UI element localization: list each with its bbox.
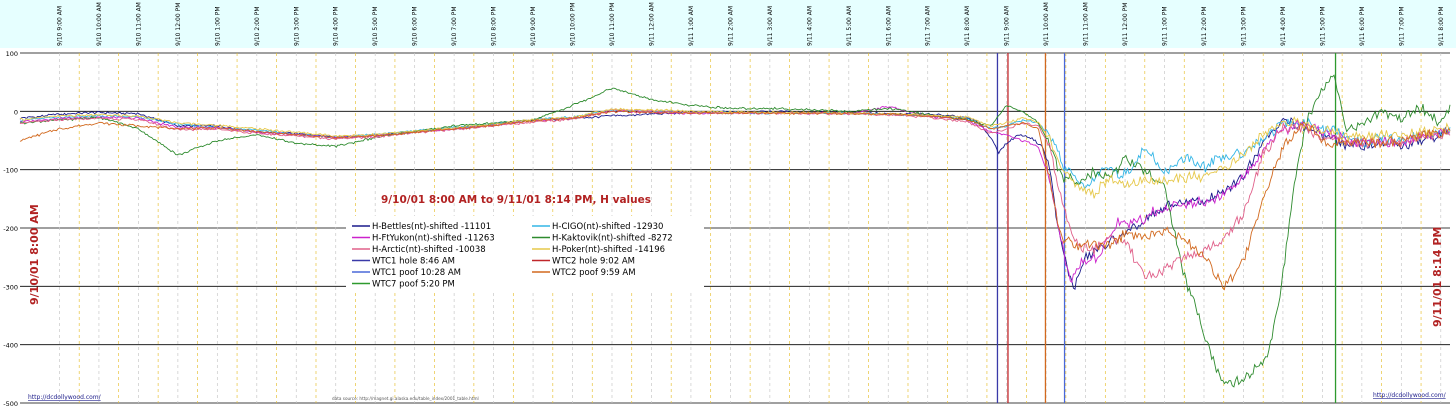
y-tick-label: 100 <box>6 50 18 58</box>
time-tick-label: 9/11 6:00 AM <box>885 6 892 46</box>
end-time-label: 9/11/01 8:14 PM <box>1431 227 1444 327</box>
y-tick-label: -100 <box>3 167 18 175</box>
time-tick-label: 9/11 2:00 PM <box>1201 6 1208 46</box>
time-tick-label: 9/11 1:00 AM <box>688 6 695 46</box>
time-tick-label: 9/11 12:00 AM <box>648 2 655 46</box>
y-tick-label: 0 <box>14 108 18 116</box>
chart-background <box>0 0 1456 412</box>
legend-entry: WTC2 poof 9:59 AM <box>552 268 636 278</box>
y-tick-label: -400 <box>3 342 18 350</box>
time-tick-label: 9/11 10:00 AM <box>1043 2 1050 46</box>
time-tick-label: 9/10 10:00 AM <box>96 2 103 46</box>
time-tick-label: 9/11 4:00 AM <box>806 6 813 46</box>
legend-entry: WTC7 poof 5:20 PM <box>372 280 455 290</box>
chart-canvas: 9/10 9:00 AM 9/10 10:00 AM 9/10 11:00 AM 9/… <box>0 0 1456 412</box>
time-tick-label: 9/10 2:00 PM <box>254 6 261 46</box>
footer-right-url[interactable]: http://dcdollywood.com/ <box>1373 392 1447 399</box>
y-tick-label: -200 <box>3 225 18 233</box>
time-tick-label: 9/10 1:00 PM <box>214 6 221 46</box>
time-tick-label: 9/10 6:00 PM <box>412 6 419 46</box>
chart-title: 9/10/01 8:00 AM to 9/11/01 8:14 PM, H va… <box>381 194 651 206</box>
legend-entry: H-FtYukon(nt)-shifted -11263 <box>372 234 495 244</box>
time-tick-label: 9/10 7:00 PM <box>451 6 458 46</box>
footer-left-url[interactable]: http://dcdollywood.com/ <box>28 394 102 401</box>
legend-entry: WTC2 hole 9:02 AM <box>552 257 635 267</box>
time-tick-label: 9/11 12:00 PM <box>1122 3 1129 46</box>
time-tick-label: 9/10 9:00 AM <box>56 6 63 46</box>
time-tick-label: 9/11 3:00 PM <box>1240 6 1247 46</box>
y-tick-label: -500 <box>3 400 18 408</box>
time-tick-label: 9/10 11:00 AM <box>135 2 142 46</box>
start-time-label: 9/10/01 8:00 AM <box>28 204 41 305</box>
legend-entry: H-Kaktovik(nt)-shifted -8272 <box>552 234 673 244</box>
legend-entry: H-Poker(nt)-shifted -14196 <box>552 245 665 255</box>
time-tick-label: 9/10 4:00 PM <box>333 6 340 46</box>
legend-entry: H-Arctic(nt)-shifted -10038 <box>372 245 486 255</box>
time-tick-label: 9/10 5:00 PM <box>372 6 379 46</box>
time-tick-label: 9/10 9:00 PM <box>530 6 537 46</box>
time-tick-label: 9/10 10:00 PM <box>570 3 577 46</box>
time-tick-label: 9/11 1:00 PM <box>1162 6 1169 46</box>
time-tick-label: 9/11 4:00 PM <box>1280 6 1287 46</box>
footer-data-source: data source: http://magnet.gi.alaska.edu… <box>332 396 479 401</box>
time-tick-label: 9/11 8:00 PM <box>1438 6 1445 46</box>
legend-entry: WTC1 hole 8:46 AM <box>372 257 455 267</box>
time-tick-label: 9/11 5:00 AM <box>846 6 853 46</box>
y-tick-label: -300 <box>3 283 18 291</box>
time-tick-label: 9/11 5:00 PM <box>1319 6 1326 46</box>
time-tick-label: 9/10 3:00 PM <box>293 6 300 46</box>
time-tick-label: 9/11 7:00 PM <box>1398 6 1405 46</box>
legend-entry: H-CIGO(nt)-shifted -12930 <box>552 222 663 232</box>
time-tick-label: 9/11 7:00 AM <box>925 6 932 46</box>
time-tick-label: 9/11 9:00 AM <box>1004 6 1011 46</box>
time-tick-label: 9/11 2:00 AM <box>727 6 734 46</box>
time-tick-label: 9/11 11:00 AM <box>1083 2 1090 46</box>
time-tick-label: 9/10 11:00 PM <box>609 3 616 46</box>
time-tick-label: 9/11 3:00 AM <box>767 6 774 46</box>
legend-entry: H-Bettles(nt)-shifted -11101 <box>372 222 491 232</box>
time-tick-label: 9/11 8:00 AM <box>964 6 971 46</box>
time-tick-label: 9/10 8:00 PM <box>491 6 498 46</box>
time-tick-label: 9/10 12:00 PM <box>175 3 182 46</box>
time-tick-label: 9/11 6:00 PM <box>1359 6 1366 46</box>
legend-entry: WTC1 poof 10:28 AM <box>372 268 461 278</box>
